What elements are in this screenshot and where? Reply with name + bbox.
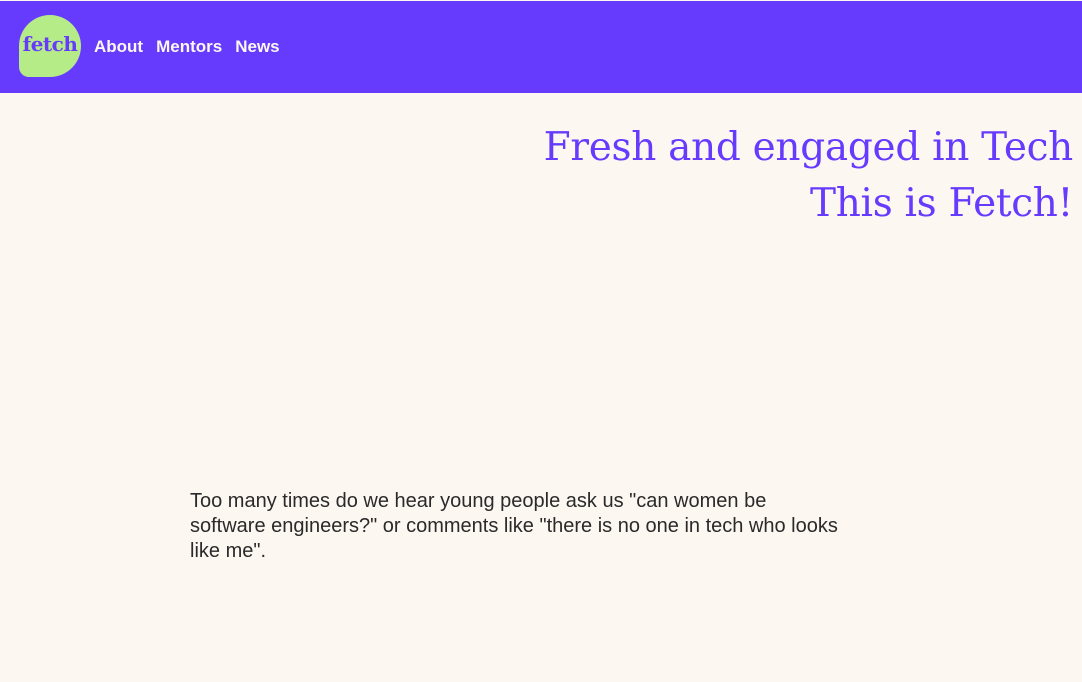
- nav-link-mentors[interactable]: Mentors: [156, 37, 222, 57]
- fetch-logo[interactable]: fetch: [19, 15, 81, 77]
- hero-line-2: This is Fetch!: [809, 181, 1073, 226]
- intro-paragraph: Too many times do we hear young people a…: [190, 490, 838, 562]
- site-header: fetch About Mentors News: [0, 1, 1082, 93]
- nav-link-news[interactable]: News: [235, 37, 279, 57]
- hero-heading: Fresh and engaged in Tech This is Fetch!: [543, 120, 1074, 232]
- logo-text: fetch: [22, 32, 78, 56]
- nav-link-about[interactable]: About: [94, 37, 143, 57]
- main-nav: About Mentors News: [94, 37, 280, 57]
- hero-line-1: Fresh and engaged in Tech: [543, 125, 1074, 170]
